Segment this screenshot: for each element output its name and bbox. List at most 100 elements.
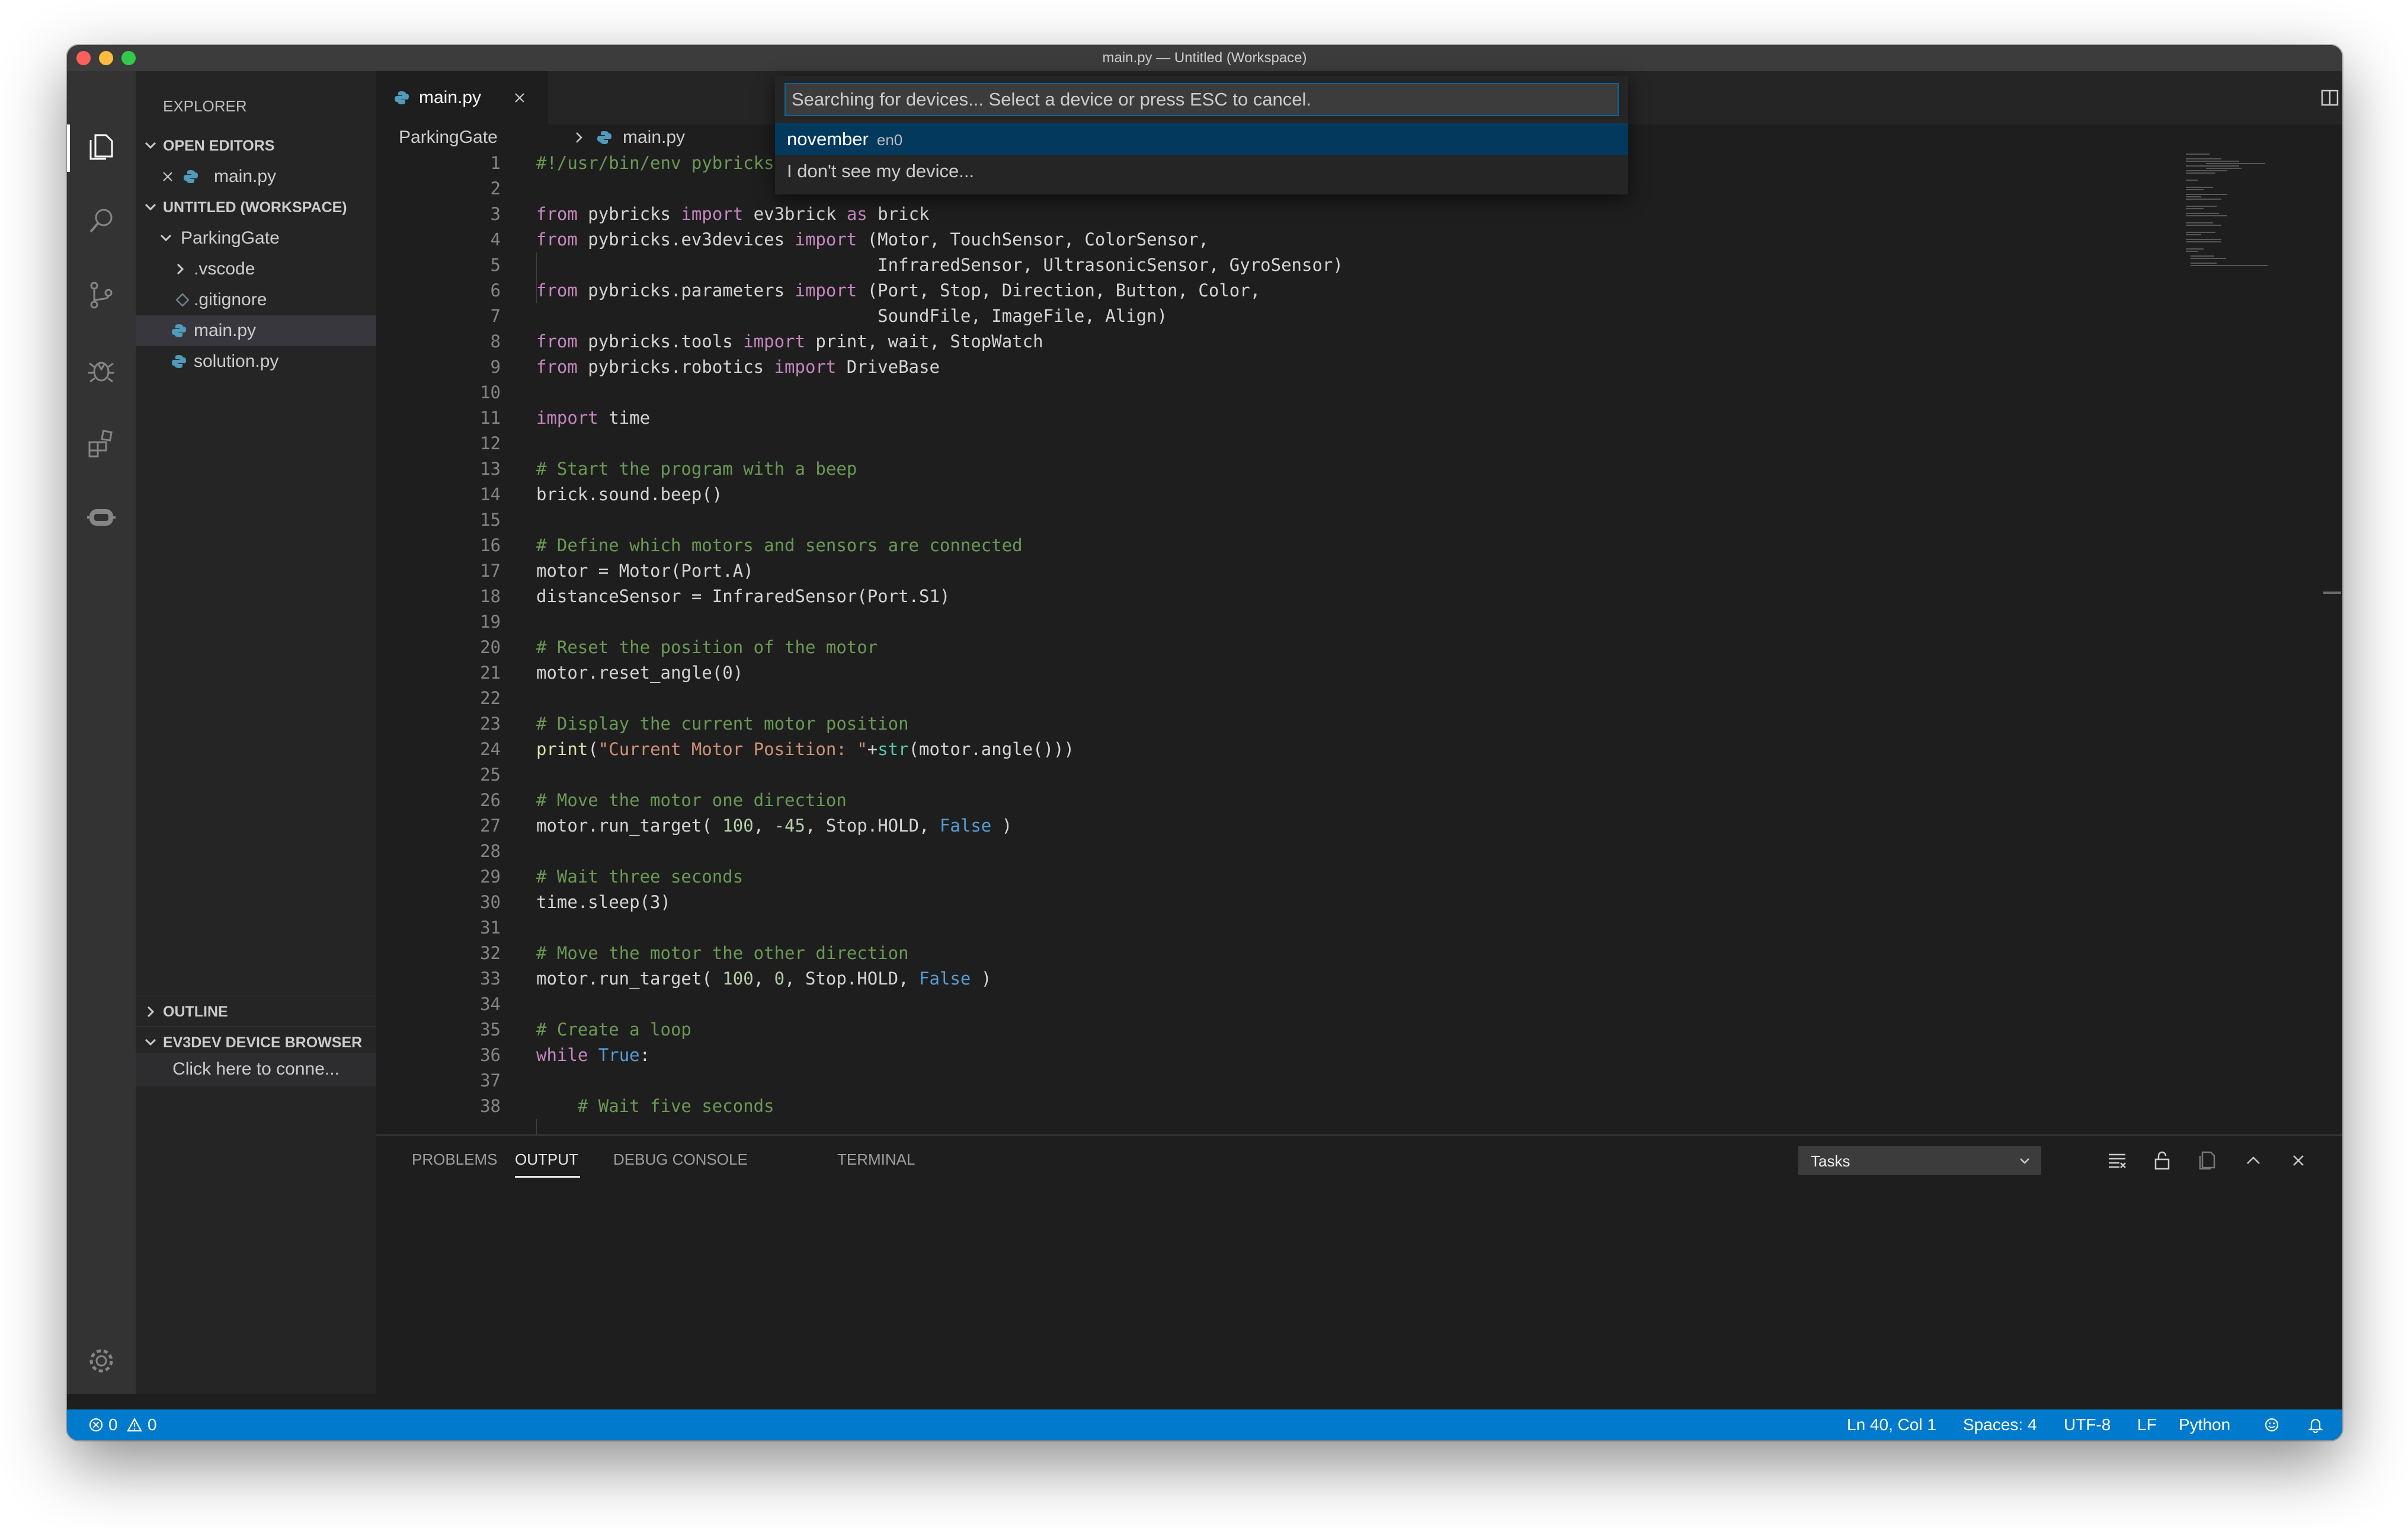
code-text: # Move the motor one direction	[536, 790, 847, 810]
line-number: 26	[480, 790, 501, 810]
breadcrumb-folder[interactable]: ParkingGate	[399, 124, 498, 151]
line-number: 21	[480, 663, 501, 683]
explorer-icon[interactable]	[85, 130, 118, 164]
eol-status[interactable]: LF	[2137, 1409, 2157, 1440]
quick-pick-input[interactable]: Searching for devices... Select a device…	[784, 83, 1619, 116]
close-icon[interactable]	[162, 171, 174, 183]
tab-main-py[interactable]: main.py	[376, 71, 548, 124]
indentation-status[interactable]: Spaces: 4	[1963, 1409, 2037, 1440]
file-solution-py[interactable]: solution.py	[136, 346, 376, 377]
open-log-icon[interactable]	[2196, 1150, 2218, 1171]
scrollbar-marker[interactable]	[2323, 592, 2341, 594]
file-name: main.py	[194, 321, 257, 340]
line-number: 3	[490, 204, 501, 224]
clear-output-icon[interactable]	[2106, 1150, 2128, 1171]
quick-pick-item-device[interactable]: november en0	[775, 123, 1628, 155]
device-interface: en0	[876, 131, 903, 149]
line-number: 36	[480, 1045, 501, 1065]
title-bar: main.py — Untitled (Workspace)	[67, 45, 2342, 71]
zoom-window-icon[interactable]	[121, 51, 136, 65]
error-count: 0	[108, 1415, 118, 1434]
line-number: 16	[480, 535, 501, 555]
output-channel-select[interactable]: Tasks	[1798, 1146, 2041, 1175]
code-text: # Define which motors and sensors are co…	[536, 535, 1023, 555]
code-text: # Move the motor the other direction	[536, 943, 909, 963]
workspace-label: UNTITLED (WORKSPACE)	[163, 199, 347, 216]
file-main-py[interactable]: main.py	[136, 315, 376, 346]
breadcrumb-file[interactable]: main.py	[623, 124, 685, 151]
extensions-icon[interactable]	[85, 427, 118, 460]
line-number: 14	[480, 484, 501, 504]
maximize-panel-icon[interactable]	[2243, 1150, 2264, 1171]
line-number: 7	[490, 306, 501, 326]
language-mode[interactable]: Python	[2179, 1409, 2230, 1440]
quick-pick-item-missing-device[interactable]: I don't see my device...	[775, 155, 1628, 187]
code-text: motor.run_target( 100, -45, Stop.HOLD, F…	[536, 816, 1013, 836]
code-text: # Wait five seconds	[536, 1096, 774, 1116]
chevron-down-icon	[2020, 1158, 2029, 1164]
file-name: solution.py	[194, 351, 279, 371]
folder-vscode[interactable]: .vscode	[136, 254, 376, 284]
line-number: 27	[480, 816, 501, 836]
activity-bar	[67, 71, 136, 1394]
scroll-lock-icon[interactable]	[2151, 1150, 2173, 1171]
connect-device-button[interactable]: Click here to conne...	[136, 1053, 376, 1086]
code-text: from pybricks import ev3brick as brick	[536, 204, 930, 224]
workspace-header[interactable]: UNTITLED (WORKSPACE)	[136, 192, 376, 223]
line-number: 9	[490, 357, 501, 377]
open-editors-header[interactable]: OPEN EDITORS	[136, 130, 376, 161]
split-editor-icon[interactable]	[2320, 88, 2340, 108]
missing-device-label: I don't see my device...	[787, 161, 975, 181]
line-number: 20	[480, 637, 501, 657]
outline-header[interactable]: OUTLINE	[136, 996, 376, 1027]
line-number: 25	[480, 765, 501, 785]
line-number: 17	[480, 561, 501, 581]
device-name: november	[787, 129, 869, 149]
code-text: SoundFile, ImageFile, Align)	[536, 306, 1168, 326]
tab-problems[interactable]: PROBLEMS	[412, 1136, 498, 1183]
close-icon[interactable]	[514, 92, 526, 104]
file-gitignore[interactable]: .gitignore	[136, 284, 376, 315]
python-file-icon	[184, 170, 198, 183]
file-name: .vscode	[194, 259, 255, 279]
settings-gear-icon[interactable]	[85, 1344, 118, 1377]
cursor-position[interactable]: Ln 40, Col 1	[1847, 1409, 1936, 1440]
code-text: # Create a loop	[536, 1019, 691, 1040]
indent-guide	[536, 1119, 537, 1134]
line-number: 29	[480, 867, 501, 887]
close-window-icon[interactable]	[76, 51, 91, 65]
code-text: while True:	[536, 1045, 651, 1065]
bottom-panel: PROBLEMS OUTPUT DEBUG CONSOLE TERMINAL T…	[376, 1134, 2342, 1395]
source-control-icon[interactable]	[85, 279, 118, 312]
line-number: 18	[480, 586, 501, 606]
encoding-status[interactable]: UTF-8	[2064, 1409, 2111, 1440]
python-file-icon	[597, 131, 611, 144]
vscode-window: main.py — Untitled (Workspace) EXPLORER	[67, 45, 2342, 1440]
open-editors-label: OPEN EDITORS	[163, 138, 275, 154]
search-icon[interactable]	[85, 204, 118, 238]
ev3dev-icon[interactable]	[85, 501, 118, 534]
git-file-icon	[176, 293, 189, 306]
tab-debug-console[interactable]: DEBUG CONSOLE	[613, 1136, 748, 1183]
chevron-right-icon	[147, 1006, 155, 1018]
code-text: from pybricks.parameters import (Port, S…	[536, 280, 1261, 301]
code-editor[interactable]: 1 #!/usr/bin/env pybricks-microp 2 3 from py…	[376, 151, 2342, 1134]
code-text: time.sleep(3)	[536, 892, 671, 912]
close-panel-icon[interactable]	[2288, 1150, 2309, 1171]
chevron-down-icon	[145, 142, 156, 149]
debug-icon[interactable]	[85, 353, 118, 386]
code-text: from pybricks.robotics import DriveBase	[536, 357, 940, 377]
minimap[interactable]	[2182, 151, 2301, 269]
folder-parkinggate[interactable]: ParkingGate	[136, 223, 376, 254]
line-number: 32	[480, 943, 501, 963]
open-editor-item[interactable]: main.py	[136, 161, 376, 192]
chevron-down-icon	[160, 234, 172, 242]
open-editor-name: main.py	[214, 167, 277, 186]
code-text: motor.reset_angle(0)	[536, 663, 744, 683]
code-text: print("Current Motor Position: "+str(mot…	[536, 739, 1074, 759]
line-number: 2	[490, 178, 501, 199]
python-file-icon	[172, 324, 186, 337]
minimize-window-icon[interactable]	[99, 51, 113, 65]
tab-terminal[interactable]: TERMINAL	[837, 1136, 915, 1183]
line-number: 35	[480, 1019, 501, 1040]
